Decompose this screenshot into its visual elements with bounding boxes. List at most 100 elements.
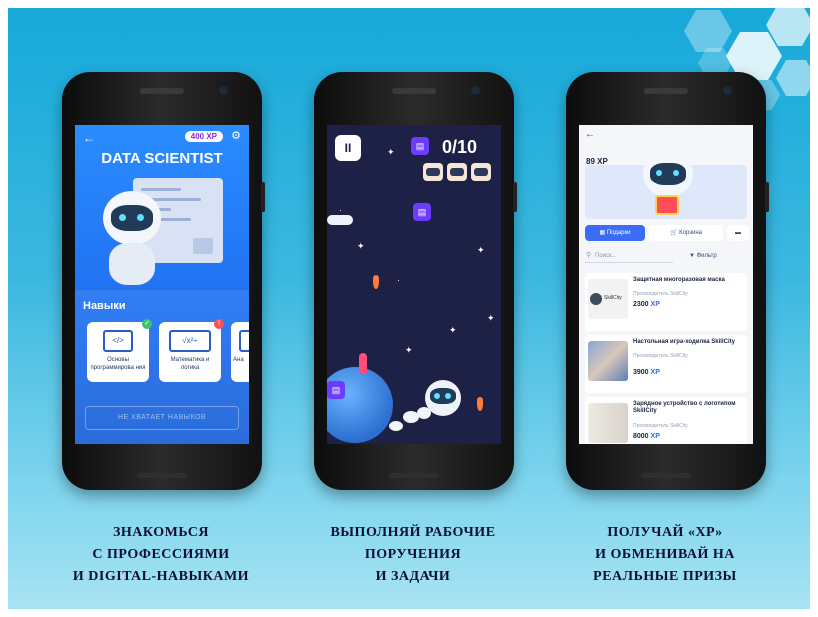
skill-card-label: Ана: [233, 357, 244, 363]
pause-button[interactable]: II: [335, 135, 361, 161]
product-price: 8000 XP: [633, 433, 660, 440]
star-icon: ✦: [477, 245, 485, 255]
check-icon: ✓: [142, 319, 152, 329]
front-camera: [219, 86, 228, 95]
price-value: 3900: [633, 369, 649, 376]
search-icon: ⚲: [586, 252, 592, 259]
star-icon: ✦: [387, 147, 395, 157]
skillcity-logo-text: SkillCity: [604, 295, 622, 301]
alert-icon: !: [214, 319, 224, 329]
task-document-icon: ▤: [411, 137, 429, 155]
product-maker: Производитель SkillCity: [633, 353, 688, 359]
speaker-grille: [389, 473, 439, 478]
search-input[interactable]: Поиск...: [585, 249, 673, 263]
price-currency: XP: [650, 433, 660, 440]
tab-cart[interactable]: 🛒 Корзина: [649, 225, 723, 241]
robot-eye: [434, 393, 440, 399]
tab-delivery[interactable]: ▬: [727, 225, 749, 241]
star-icon: ✦: [449, 325, 457, 335]
skill-card-analytics[interactable]: Ана: [231, 322, 249, 382]
promo-banner: ← 400 XP ⚙ DATA SCIENTIST Навыки </> Осн…: [8, 8, 810, 609]
shop-screen: ← 89 XP ▦ Подарки 🛒 Корзина ▬ Поиск... ⚲…: [579, 125, 753, 444]
speaker-grille: [641, 473, 691, 478]
robot-eye: [445, 393, 451, 399]
tab-cart-label: Корзина: [679, 230, 702, 236]
gift-box-icon: [655, 195, 679, 215]
task-document-pickup[interactable]: ▤: [413, 203, 431, 221]
gear-icon[interactable]: ⚙: [231, 129, 241, 142]
smoke-trail: [389, 421, 403, 431]
filter-button[interactable]: ▼ Фильтр: [689, 249, 717, 263]
caption-line: ВЫПОЛНЯЙ РАБОЧИЕ: [330, 525, 496, 540]
skill-card-label: Математика и логика: [170, 357, 210, 371]
volume-button: [513, 182, 517, 212]
skill-card-math[interactable]: √x²÷ Математика и логика !: [159, 319, 224, 382]
robot-eye: [656, 170, 662, 176]
phone-mockup-shop: ← 89 XP ▦ Подарки 🛒 Корзина ▬ Поиск... ⚲…: [566, 72, 769, 490]
star-icon: ✦: [405, 345, 413, 355]
list-item[interactable]: Зарядное устройство с логотипом SkillCit…: [585, 397, 747, 444]
price-currency: XP: [650, 369, 660, 376]
product-price: 3900 XP: [633, 369, 660, 376]
filter-label: Фильтр: [696, 253, 717, 259]
volume-button: [261, 182, 265, 212]
document-icon: [239, 330, 249, 352]
skills-heading: Навыки: [83, 300, 126, 312]
caption-line: С ПРОФЕССИЯМИ: [92, 547, 230, 562]
volume-button: [765, 182, 769, 212]
xp-badge: 400 XP: [184, 131, 223, 142]
caption-line: ПОЛУЧАЙ «XP»: [607, 525, 723, 540]
robot-body: [109, 243, 155, 285]
robot-life-icon: [447, 163, 467, 181]
hexagon-decoration: [776, 60, 810, 96]
price-value: 8000: [633, 433, 649, 440]
price-currency: XP: [650, 301, 660, 308]
star-icon: ✦: [487, 313, 495, 323]
robot-life-icon: [471, 163, 491, 181]
caption-line: И ЗАДАЧИ: [375, 569, 451, 584]
product-image-mask: SkillCity: [588, 279, 628, 319]
task-counter: 0/10: [442, 137, 478, 157]
product-maker: Производитель SkillCity: [633, 291, 688, 297]
game-screen: II ▤ 0/10 ✦ ✦ ✦ · ✦ ✦ ✦ · ▤ ▤: [327, 125, 501, 444]
product-name: Защитная многоразовая маска: [633, 277, 725, 283]
comet-icon: [373, 275, 379, 289]
hexagon-decoration: [684, 10, 732, 52]
front-camera: [471, 86, 480, 95]
star-icon: ·: [339, 205, 342, 215]
star-icon: ✦: [357, 241, 365, 251]
robot-face: [111, 205, 153, 231]
robot-eye: [137, 214, 144, 221]
code-window-icon: </>: [103, 330, 133, 352]
caption-prizes: ПОЛУЧАЙ «XP» И ОБМЕНИВАЙ НА РЕАЛЬНЫЕ ПРИ…: [550, 522, 780, 588]
rocket-icon: [359, 353, 367, 373]
profession-screen: ← 400 XP ⚙ DATA SCIENTIST Навыки </> Осн…: [75, 125, 249, 444]
list-item[interactable]: Настольная игра-ходилка SkillCity Произв…: [585, 335, 747, 393]
robot-eye: [673, 170, 679, 176]
not-enough-skills-button[interactable]: НЕ ХВАТАЕТ НАВЫКОВ: [85, 406, 239, 430]
product-name: Настольная игра-ходилка SkillCity: [633, 339, 735, 345]
skill-card-programming[interactable]: </> Основы программирова ния ✓: [87, 319, 152, 382]
planet-illustration: [327, 367, 393, 443]
list-item[interactable]: SkillCity Защитная многоразовая маска Пр…: [585, 273, 747, 331]
robot-mascot: [103, 191, 161, 245]
caption-line: И DIGITAL-НАВЫКАМИ: [72, 569, 250, 584]
star-icon: ·: [397, 275, 400, 285]
caption-line: И ОБМЕНИВАЙ НА: [595, 547, 735, 562]
product-price: 2300 XP: [633, 301, 660, 308]
back-arrow-icon[interactable]: ←: [585, 129, 595, 140]
math-formula-icon: √x²÷: [169, 330, 211, 352]
profession-title: DATA SCIENTIST: [101, 150, 223, 167]
comet-icon: [477, 397, 483, 411]
robot-astronaut: [425, 380, 461, 416]
back-arrow-icon[interactable]: ←: [83, 131, 95, 145]
caption-tasks: ВЫПОЛНЯЙ РАБОЧИЕ ПОРУЧЕНИЯ И ЗАДАЧИ: [298, 522, 528, 588]
front-camera: [723, 86, 732, 95]
tab-gifts[interactable]: ▦ Подарки: [585, 225, 645, 241]
robot-face: [430, 388, 456, 404]
product-maker: Производитель SkillCity: [633, 423, 688, 429]
phone-mockup-profession: ← 400 XP ⚙ DATA SCIENTIST Навыки </> Осн…: [62, 72, 265, 490]
phone-mockup-game: II ▤ 0/10 ✦ ✦ ✦ · ✦ ✦ ✦ · ▤ ▤: [314, 72, 517, 490]
task-document-pickup[interactable]: ▤: [327, 381, 345, 399]
caption-profession: ЗНАКОМЬСЯ С ПРОФЕССИЯМИ И DIGITAL-НАВЫКА…: [46, 522, 276, 588]
